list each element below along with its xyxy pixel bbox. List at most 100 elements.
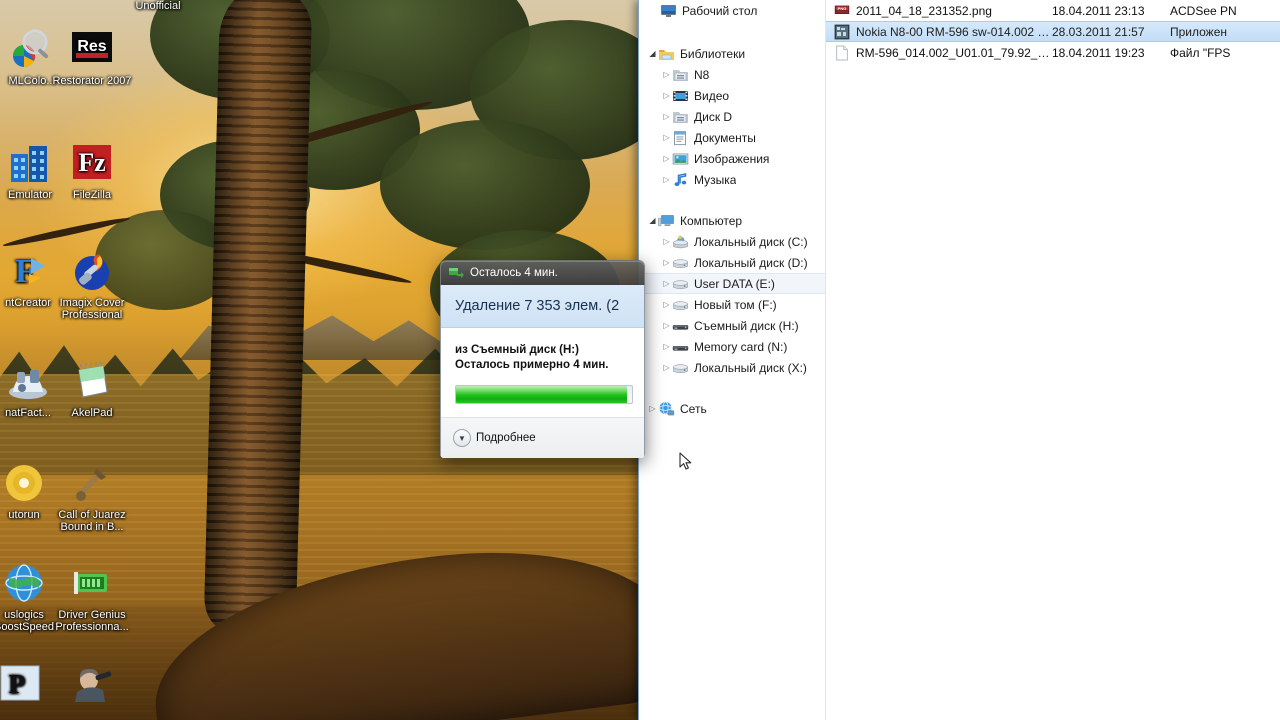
chevron-collapsed-icon[interactable]: ▷ (661, 342, 672, 351)
chevron-collapsed-icon[interactable]: ▷ (661, 91, 672, 100)
nav-tree-item-9[interactable]: ▷ Локальный диск (C:) (639, 231, 825, 252)
nav-tree-item-5[interactable]: ▷ Документы (639, 127, 825, 148)
chevron-expanded-icon[interactable]: ◢ (647, 216, 658, 225)
desktop-icon-label: AkelPad (71, 407, 113, 419)
desktop-icon-driver-genius[interactable]: Driver Genius Professionna... (44, 560, 140, 633)
chevron-down-icon[interactable]: ▼ (453, 429, 471, 447)
music-icon (672, 172, 689, 188)
network-icon (658, 401, 675, 417)
dialog-titlebar[interactable]: Осталось 4 мин. (440, 260, 645, 285)
nav-tree-item-label: Съемный диск (H:) (694, 318, 799, 333)
svg-text:Res: Res (77, 38, 106, 55)
dialog-heading: Удаление 7 353 элем. (2 (441, 285, 644, 328)
nav-tree-item-label: Диск D (694, 109, 733, 124)
akelpad-icon (69, 358, 115, 404)
nav-tree-item-label: Локальный диск (C:) (694, 234, 808, 249)
shooter-icon (69, 660, 115, 706)
restorator-icon: Res (69, 26, 115, 72)
progress-bar (455, 385, 633, 404)
desktop-icon-label: Unofficial (135, 0, 181, 12)
file-date-cell: 28.03.2011 21:57 (1052, 24, 1145, 39)
nav-tree-item-0[interactable]: Рабочий стол (639, 0, 825, 21)
nav-tree-item-1[interactable]: ◢ Библиотеки (639, 43, 825, 64)
file-list-pane[interactable]: PNG 2011_04_18_231352.png 18.04.2011 23:13… (826, 0, 1280, 720)
explorer-window[interactable]: Рабочий стол ◢ Библиотеки ▷ N8 ▷ Видео ▷ Диск D ▷… (638, 0, 1280, 720)
documents-icon (672, 130, 689, 146)
chevron-collapsed-icon[interactable]: ▷ (647, 404, 658, 413)
sysdrive-icon (672, 234, 689, 250)
auslogics-icon (1, 560, 47, 606)
desktop-icon-label: Driver Genius Professionna... (55, 609, 129, 633)
chevron-collapsed-icon[interactable]: ▷ (661, 70, 672, 79)
nav-tree-item-label: Изображения (694, 151, 770, 166)
drive-icon (672, 360, 689, 376)
desktop-icon-unofficial-partial[interactable]: Unofficial (110, 0, 206, 12)
nav-tree-item-6[interactable]: ▷ Изображения (639, 148, 825, 169)
nav-tree-item-label: N8 (694, 67, 710, 82)
libraries-icon (658, 46, 675, 62)
juarez-icon (69, 460, 115, 506)
nav-tree-item-7[interactable]: ▷ Музыка (639, 169, 825, 190)
desktop-icon-shooter-game[interactable] (44, 660, 140, 709)
wallpaper-foliage (380, 120, 590, 250)
nav-tree-item-11[interactable]: ▷ User DATA (E:) (639, 273, 825, 294)
file-type-cell: Приложен (1170, 24, 1228, 39)
drive-icon (672, 255, 689, 271)
chevron-collapsed-icon[interactable]: ▷ (661, 300, 672, 309)
nav-tree-item-label: User DATA (E:) (694, 276, 775, 291)
chevron-collapsed-icon[interactable]: ▷ (661, 133, 672, 142)
file-name-cell: 2011_04_18_231352.png (856, 3, 992, 18)
desktop-icon-imagix-cover[interactable]: Imagix Cover Professional (44, 248, 140, 321)
wallpaper-tree-trunk (203, 0, 313, 632)
nav-tree-item-12[interactable]: ▷ Новый том (F:) (639, 294, 825, 315)
nav-tree-item-label: Рабочий стол (682, 3, 758, 18)
desktop-icon-call-of-juarez[interactable]: Call of Juarez Bound in B... (44, 460, 140, 533)
chevron-collapsed-icon[interactable]: ▷ (661, 279, 672, 288)
chevron-expanded-icon[interactable]: ◢ (647, 49, 658, 58)
removable-icon (672, 339, 689, 355)
drive-icon (672, 276, 689, 292)
nav-tree-item-label: Документы (694, 130, 756, 145)
table-row[interactable]: RM-596_014.002_U01.01_79.92_prd.uda.fp..… (826, 42, 1280, 63)
chevron-collapsed-icon[interactable]: ▷ (661, 175, 672, 184)
nav-tree-item-2[interactable]: ▷ N8 (639, 64, 825, 85)
desktop-icon-filezilla[interactable]: Fz FileZilla (44, 140, 140, 201)
nav-tree-item-3[interactable]: ▷ Видео (639, 85, 825, 106)
library-icon (672, 67, 689, 83)
chevron-collapsed-icon[interactable]: ▷ (661, 321, 672, 330)
more-details-label[interactable]: Подробнее (476, 432, 536, 444)
nav-tree-item-label: Локальный диск (D:) (694, 255, 808, 270)
chevron-collapsed-icon[interactable]: ▷ (661, 154, 672, 163)
nav-tree-item-14[interactable]: ▷ Memory card (N:) (639, 336, 825, 357)
nav-tree-item-15[interactable]: ▷ Локальный диск (X:) (639, 357, 825, 378)
desktop-icon-akelpad[interactable]: AkelPad (44, 358, 140, 419)
chevron-collapsed-icon[interactable]: ▷ (661, 258, 672, 267)
nav-tree-item-10[interactable]: ▷ Локальный диск (D:) (639, 252, 825, 273)
nav-tree-item-label: Музыка (694, 172, 737, 187)
chevron-collapsed-icon[interactable]: ▷ (661, 237, 672, 246)
nav-tree-item-8[interactable]: ◢ Компьютер (639, 210, 825, 231)
removable-icon (672, 318, 689, 334)
chevron-collapsed-icon[interactable]: ▷ (661, 363, 672, 372)
file-type-cell: Файл "FPS (1170, 45, 1231, 60)
nav-tree-item-13[interactable]: ▷ Съемный диск (H:) (639, 315, 825, 336)
file-type-cell: ACDSee PN (1170, 3, 1237, 18)
svg-text:PNG: PNG (838, 6, 847, 11)
mouse-cursor (679, 452, 693, 472)
delete-progress-dialog[interactable]: Осталось 4 мин. Удаление 7 353 элем. (2 … (440, 260, 645, 458)
nav-tree-item-16[interactable]: ▷ Сеть (639, 398, 825, 419)
library-icon (672, 109, 689, 125)
desktop-icon-label: Call of Juarez Bound in B... (58, 509, 126, 533)
chevron-collapsed-icon[interactable]: ▷ (661, 112, 672, 121)
pictures-icon (672, 151, 689, 167)
nav-tree-item-label: Локальный диск (X:) (694, 360, 807, 375)
table-row[interactable]: Nokia N8-00 RM-596 sw-014.002 by M_@...2… (826, 21, 1280, 42)
svg-text:P: P (9, 669, 26, 699)
file-name-cell: Nokia N8-00 RM-596 sw-014.002 by M_@... (856, 24, 1052, 39)
nav-tree-item-4[interactable]: ▷ Диск D (639, 106, 825, 127)
app-icon (834, 24, 850, 40)
nav-tree-item-label: Новый том (F:) (694, 297, 777, 312)
table-row[interactable]: PNG 2011_04_18_231352.png 18.04.2011 23:13… (826, 0, 1280, 21)
desktop-icon-restorator[interactable]: Res Restorator 2007 (44, 26, 140, 87)
navigation-pane[interactable]: Рабочий стол ◢ Библиотеки ▷ N8 ▷ Видео ▷ Диск D ▷… (639, 0, 826, 720)
